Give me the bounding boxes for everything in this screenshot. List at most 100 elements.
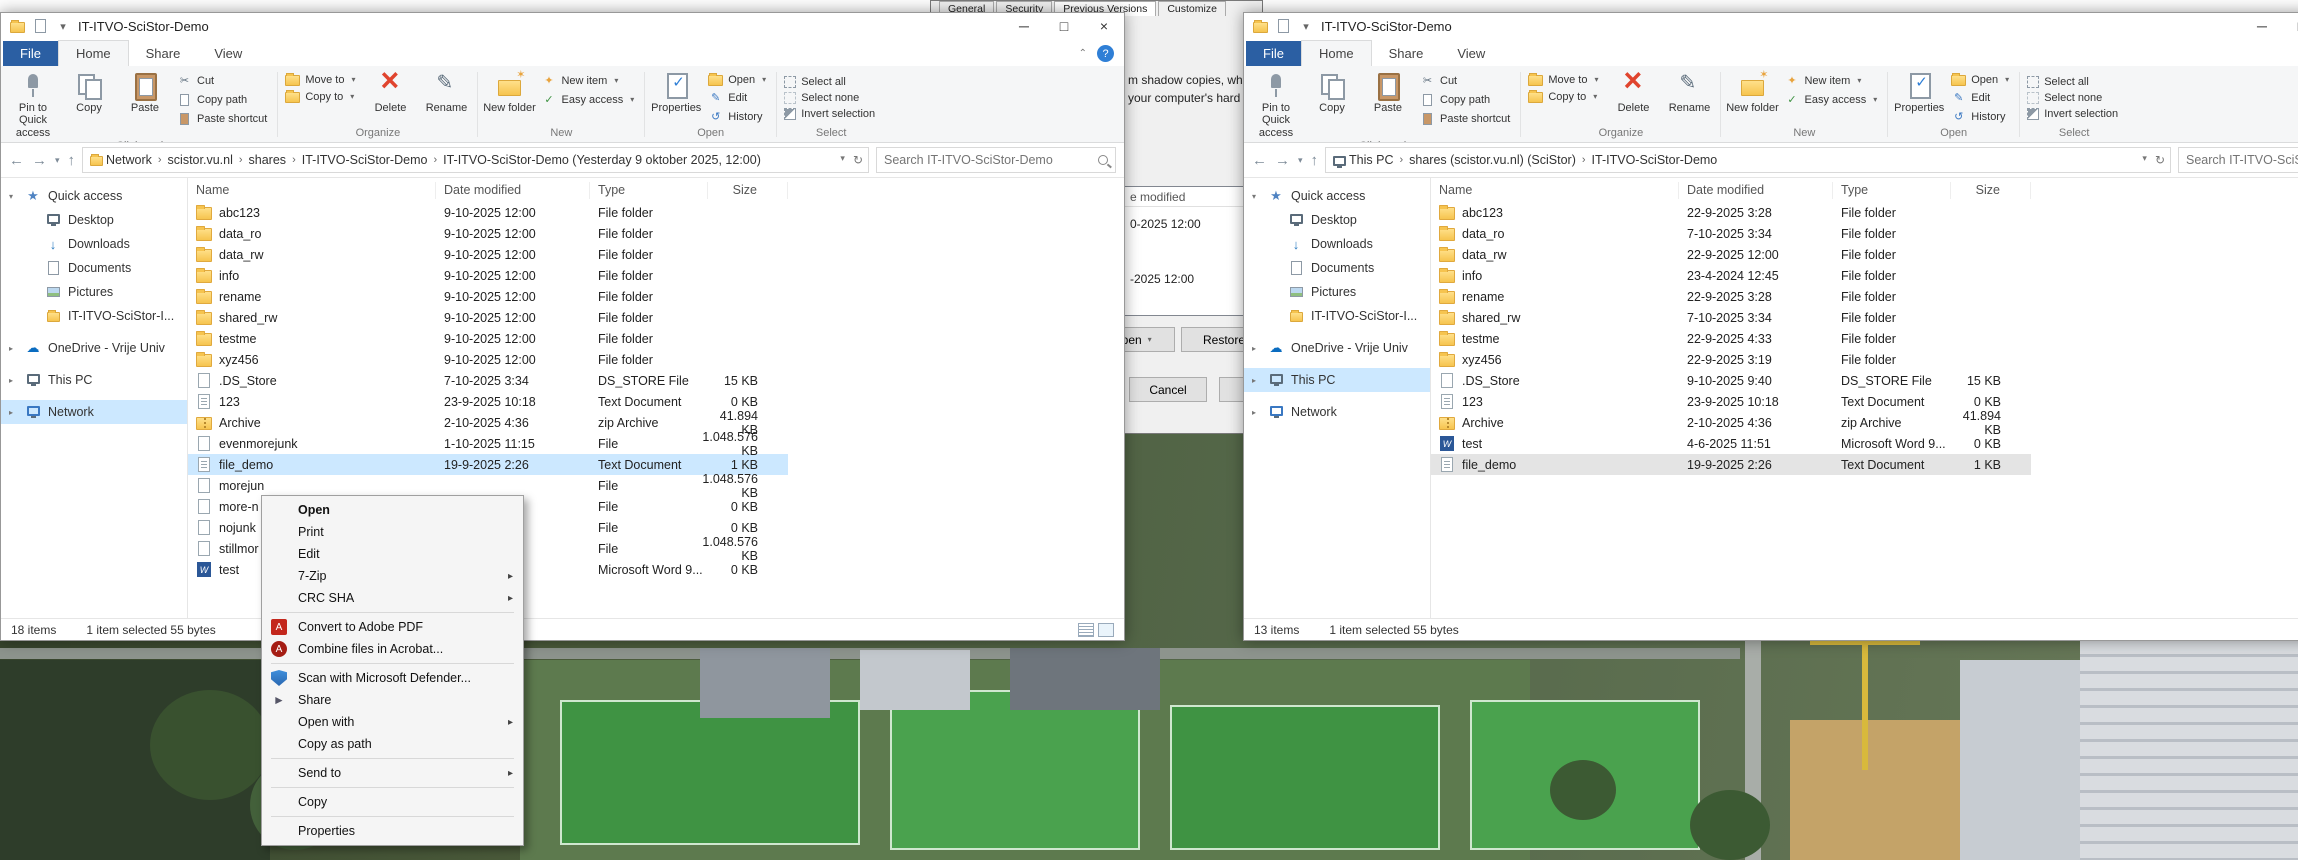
breadcrumb-segment[interactable]: shares (scistor.vu.nl) (SciStor) bbox=[1409, 153, 1576, 167]
refresh-icon[interactable]: ↻ bbox=[853, 153, 863, 167]
rename-button[interactable]: Rename bbox=[418, 67, 474, 114]
tab-home[interactable]: Home bbox=[57, 40, 129, 66]
table-row[interactable]: abc123 22-9-2025 3:28 File folder bbox=[1431, 202, 2031, 223]
menu-item-copy-as-path[interactable]: Copy as path bbox=[262, 733, 523, 755]
breadcrumb-separator-icon[interactable]: › bbox=[429, 154, 441, 166]
close-button[interactable]: × bbox=[1084, 13, 1124, 39]
rename-button[interactable]: Rename bbox=[1661, 67, 1717, 114]
breadcrumb-separator-icon[interactable]: › bbox=[1395, 154, 1407, 166]
tab-view[interactable]: View bbox=[197, 41, 259, 66]
search-icon[interactable] bbox=[1098, 155, 1108, 165]
search-box[interactable] bbox=[2178, 147, 2298, 173]
copy-button[interactable]: Copy bbox=[61, 67, 117, 114]
menu-item-combine-acrobat[interactable]: Combine files in Acrobat... bbox=[262, 638, 523, 660]
table-row[interactable]: xyz456 22-9-2025 3:19 File folder bbox=[1431, 349, 2031, 370]
view-list-icon[interactable] bbox=[1078, 622, 1094, 637]
delete-button[interactable]: Delete bbox=[362, 66, 418, 114]
select-none-button[interactable]: Select none bbox=[2023, 91, 2125, 105]
table-row[interactable]: data_rw 9-10-2025 12:00 File folder bbox=[188, 244, 788, 265]
table-row[interactable]: data_ro 7-10-2025 3:34 File folder bbox=[1431, 223, 2031, 244]
minimize-button[interactable]: ─ bbox=[1004, 13, 1044, 39]
menu-item-scan-defender[interactable]: Scan with Microsoft Defender... bbox=[262, 667, 523, 689]
sidebar-item-scistor-share[interactable]: IT-ITVO-SciStor-I... bbox=[1, 304, 187, 328]
breadcrumb-segment[interactable]: IT-ITVO-SciStor-Demo bbox=[302, 153, 428, 167]
table-row[interactable]: Archive 2-10-2025 4:36 zip Archive 41.894 K… bbox=[188, 409, 788, 437]
breadcrumb-separator-icon[interactable]: › bbox=[288, 154, 300, 166]
sidebar-item-pictures[interactable]: Pictures bbox=[1, 280, 187, 304]
up-icon[interactable]: ↑ bbox=[1311, 152, 1319, 169]
title-bar[interactable]: ▾ IT-ITVO-SciStor-Demo ─ □ × bbox=[1244, 13, 2298, 39]
edit-button[interactable]: ✎ Edit bbox=[704, 89, 773, 106]
forward-icon[interactable]: → bbox=[32, 152, 47, 169]
chevron-expanded-icon[interactable]: ▾ bbox=[9, 192, 13, 201]
sidebar-item-documents[interactable]: Documents bbox=[1244, 256, 1430, 280]
sidebar-item-onedrive[interactable]: ▸ ☁ OneDrive - Vrije Univ bbox=[1244, 336, 1430, 360]
quick-access-toolbar-folder-icon[interactable] bbox=[1275, 18, 1291, 34]
column-header-date[interactable]: Date modified bbox=[1679, 181, 1833, 199]
table-row[interactable]: test4-6-2025 11:51Microsoft Word 9...0 K… bbox=[1431, 433, 2031, 454]
cut-button[interactable]: ✂ Cut bbox=[173, 72, 274, 89]
move-to-button[interactable]: Move to ▾ bbox=[281, 72, 362, 87]
version-entry[interactable]: -2025 12:00 bbox=[1130, 272, 1194, 286]
recent-locations-icon[interactable]: ▾ bbox=[55, 155, 60, 166]
easy-access-button[interactable]: ✓ Easy access ▾ bbox=[1780, 91, 1884, 108]
table-row[interactable]: data_rw 22-9-2025 12:00 File folder bbox=[1431, 244, 2031, 265]
menu-item-crc-sha[interactable]: CRC SHA ▸ bbox=[262, 587, 523, 609]
column-header-date[interactable]: Date modified bbox=[436, 181, 590, 199]
breadcrumb-segment[interactable]: IT-ITVO-SciStor-Demo (Yesterday 9 oktobe… bbox=[443, 153, 761, 167]
invert-selection-button[interactable]: Invert selection bbox=[2023, 107, 2125, 121]
new-folder-button[interactable]: New folder bbox=[481, 67, 537, 114]
table-row[interactable]: shared_rw 7-10-2025 3:34 File folder bbox=[1431, 307, 2031, 328]
breadcrumb-segment[interactable]: IT-ITVO-SciStor-Demo bbox=[1592, 153, 1718, 167]
maximize-button[interactable]: □ bbox=[1044, 13, 1084, 39]
chevron-collapsed-icon[interactable]: ▸ bbox=[9, 376, 13, 385]
breadcrumb-separator-icon[interactable]: › bbox=[154, 154, 166, 166]
table-row[interactable]: 123 23-9-2025 10:18 Text Document 0 KB bbox=[1431, 391, 2031, 412]
breadcrumb-separator-icon[interactable]: › bbox=[235, 154, 247, 166]
tab-customize[interactable]: Customize bbox=[1158, 1, 1226, 16]
edit-button[interactable]: ✎ Edit bbox=[1947, 89, 2016, 106]
easy-access-button[interactable]: ✓ Easy access ▾ bbox=[537, 91, 641, 108]
open-button[interactable]: Open ▾ bbox=[704, 72, 773, 87]
table-row[interactable]: evenmorejunk 1-10-2025 11:15 File 1.048.576… bbox=[188, 430, 788, 458]
table-row[interactable]: data_ro 9-10-2025 12:00 File folder bbox=[188, 223, 788, 244]
search-box[interactable] bbox=[876, 147, 1116, 173]
sidebar-item-onedrive[interactable]: ▸ ☁ OneDrive - Vrije Univ bbox=[1, 336, 187, 360]
menu-item-share[interactable]: Share bbox=[262, 689, 523, 711]
copy-button[interactable]: Copy bbox=[1304, 67, 1360, 114]
table-row-selected[interactable]: file_demo 19-9-2025 2:26 Text Document 1 KB bbox=[1431, 454, 2031, 475]
move-to-button[interactable]: Move to ▾ bbox=[1524, 72, 1605, 87]
help-icon[interactable]: ? bbox=[1097, 45, 1114, 62]
column-header-name[interactable]: Name bbox=[1431, 181, 1679, 199]
sidebar-item-this-pc[interactable]: ▸ This PC bbox=[1244, 368, 1430, 392]
chevron-collapsed-icon[interactable]: ▸ bbox=[1252, 376, 1256, 385]
table-row[interactable]: xyz456 9-10-2025 12:00 File folder bbox=[188, 349, 788, 370]
menu-item-properties[interactable]: Properties bbox=[262, 820, 523, 842]
breadcrumb-segment[interactable]: Network bbox=[106, 153, 152, 167]
pin-to-quick-access-button[interactable]: Pin to Quick access bbox=[5, 67, 61, 139]
tab-share[interactable]: Share bbox=[129, 41, 198, 66]
history-button[interactable]: ↺ History bbox=[704, 108, 773, 125]
sidebar-item-desktop[interactable]: Desktop bbox=[1, 208, 187, 232]
table-row[interactable]: shared_rw 9-10-2025 12:00 File folder bbox=[188, 307, 788, 328]
sidebar-item-desktop[interactable]: Desktop bbox=[1244, 208, 1430, 232]
breadcrumb-segment[interactable]: scistor.vu.nl bbox=[168, 153, 233, 167]
table-row-selected[interactable]: file_demo 19-9-2025 2:26 Text Document 1 KB bbox=[188, 454, 788, 475]
search-input[interactable] bbox=[884, 153, 1092, 167]
copy-path-button[interactable]: Copy path bbox=[173, 91, 274, 108]
column-header-size[interactable]: Size bbox=[708, 181, 788, 199]
delete-button[interactable]: Delete bbox=[1605, 66, 1661, 114]
tab-view[interactable]: View bbox=[1440, 41, 1502, 66]
select-none-button[interactable]: Select none bbox=[780, 91, 882, 105]
address-dropdown-icon[interactable]: ▾ bbox=[2142, 153, 2147, 167]
tab-file[interactable]: File bbox=[1246, 41, 1301, 66]
table-row[interactable]: abc123 9-10-2025 12:00 File folder bbox=[188, 202, 788, 223]
pin-to-quick-access-button[interactable]: Pin to Quick access bbox=[1248, 67, 1304, 139]
menu-item-convert-adobe-pdf[interactable]: Convert to Adobe PDF bbox=[262, 616, 523, 638]
select-all-button[interactable]: Select all bbox=[2023, 75, 2125, 89]
table-row[interactable]: info 9-10-2025 12:00 File folder bbox=[188, 265, 788, 286]
select-all-button[interactable]: Select all bbox=[780, 75, 882, 89]
sidebar-item-quick-access[interactable]: ▾ ★ Quick access bbox=[1244, 184, 1430, 208]
sidebar-item-network[interactable]: ▸ Network bbox=[1244, 400, 1430, 424]
breadcrumb[interactable]: This PC › shares (scistor.vu.nl) (SciStor… bbox=[1325, 147, 2171, 173]
